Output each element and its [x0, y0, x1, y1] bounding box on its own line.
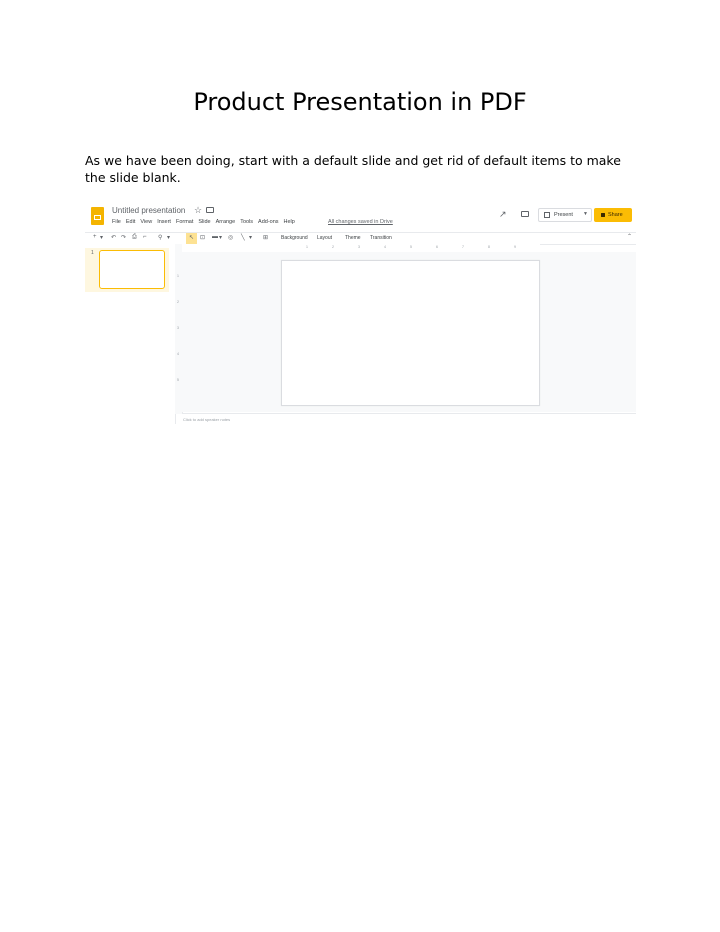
line-icon[interactable]: ╲: [241, 234, 245, 241]
text-box-icon[interactable]: ⊡: [200, 234, 205, 241]
blank-slide[interactable]: [281, 260, 540, 406]
ruler-h-tick: 1: [306, 245, 308, 249]
speaker-notes-placeholder: Click to add speaker notes: [183, 417, 231, 422]
layout-button[interactable]: Layout: [317, 235, 332, 241]
slide-thumbnail[interactable]: [99, 250, 165, 289]
share-label: Share: [608, 211, 623, 218]
ruler-h-tick: 7: [462, 245, 464, 249]
slides-logo-icon[interactable]: [91, 207, 104, 225]
slide-filmstrip: 1: [85, 244, 176, 424]
activity-trend-icon[interactable]: ↗: [499, 209, 507, 220]
ruler-h-tick: 6: [436, 245, 438, 249]
ruler-h-tick: 2: [332, 245, 334, 249]
image-caret-icon[interactable]: ▾: [219, 234, 222, 241]
ruler-v-tick: 3: [177, 326, 179, 330]
ruler-h-tick: 5: [410, 245, 412, 249]
add-comment-icon[interactable]: ⊞: [263, 234, 268, 241]
theme-button[interactable]: Theme: [345, 235, 361, 241]
image-icon[interactable]: ▬: [212, 234, 218, 240]
menu-addons[interactable]: Add-ons: [258, 219, 279, 225]
title-bar: Untitled presentation ☆ File Edit View I…: [85, 202, 636, 232]
new-slide-caret-icon[interactable]: ▾: [100, 234, 103, 241]
line-caret-icon[interactable]: ▾: [249, 234, 252, 241]
slide-number: 1: [91, 250, 94, 256]
new-slide-icon[interactable]: +: [93, 234, 97, 240]
menu-tools[interactable]: Tools: [240, 219, 253, 225]
print-icon[interactable]: ⎙: [132, 234, 137, 241]
star-icon[interactable]: ☆: [194, 205, 202, 216]
present-button[interactable]: Present ▼: [538, 208, 592, 222]
transition-button[interactable]: Transition: [370, 235, 392, 241]
document-paragraph: As we have been doing, start with a defa…: [85, 153, 621, 185]
menu-help[interactable]: Help: [284, 219, 295, 225]
background-button[interactable]: Background: [281, 235, 308, 241]
present-label: Present: [554, 212, 573, 218]
present-icon: [544, 212, 550, 218]
ruler-h-tick: 9: [514, 245, 516, 249]
ruler-h-tick: 8: [488, 245, 490, 249]
select-cursor-icon[interactable]: ↖: [189, 234, 194, 241]
slide-canvas: [182, 252, 636, 412]
menu-format[interactable]: Format: [176, 219, 193, 225]
paint-format-icon[interactable]: ⌐: [143, 234, 147, 240]
comment-icon[interactable]: [521, 211, 529, 217]
ruler-h-tick: 3: [358, 245, 360, 249]
ruler-v-tick: 1: [177, 274, 179, 278]
ruler-h-tick: 4: [384, 245, 386, 249]
collapse-toolbar-icon[interactable]: ⌃: [627, 233, 632, 240]
lock-icon: [601, 213, 605, 217]
share-button[interactable]: Share: [594, 208, 632, 222]
zoom-caret-icon[interactable]: ▾: [167, 234, 170, 241]
chevron-down-icon[interactable]: ▼: [583, 211, 588, 217]
zoom-icon[interactable]: ⚲: [158, 234, 162, 241]
saved-status[interactable]: All changes saved in Drive: [328, 219, 393, 225]
ruler-v-tick: 2: [177, 300, 179, 304]
menu-file[interactable]: File: [112, 219, 121, 225]
menu-bar: File Edit View Insert Format Slide Arran…: [112, 219, 295, 225]
shape-icon[interactable]: ◎: [228, 234, 233, 241]
redo-icon[interactable]: ↷: [121, 234, 126, 241]
google-slides-screenshot: Untitled presentation ☆ File Edit View I…: [85, 202, 636, 424]
menu-edit[interactable]: Edit: [126, 219, 135, 225]
menu-view[interactable]: View: [140, 219, 152, 225]
speaker-notes[interactable]: Click to add speaker notes: [182, 413, 636, 424]
menu-insert[interactable]: Insert: [157, 219, 171, 225]
ruler-v-tick: 4: [177, 352, 179, 356]
document-title: Product Presentation in PDF: [193, 88, 527, 116]
menu-arrange[interactable]: Arrange: [216, 219, 236, 225]
presentation-title[interactable]: Untitled presentation: [112, 206, 185, 215]
ruler-v-tick: 5: [177, 378, 179, 382]
menu-slide[interactable]: Slide: [198, 219, 210, 225]
undo-icon[interactable]: ↶: [111, 234, 116, 241]
folder-icon[interactable]: [206, 207, 214, 213]
